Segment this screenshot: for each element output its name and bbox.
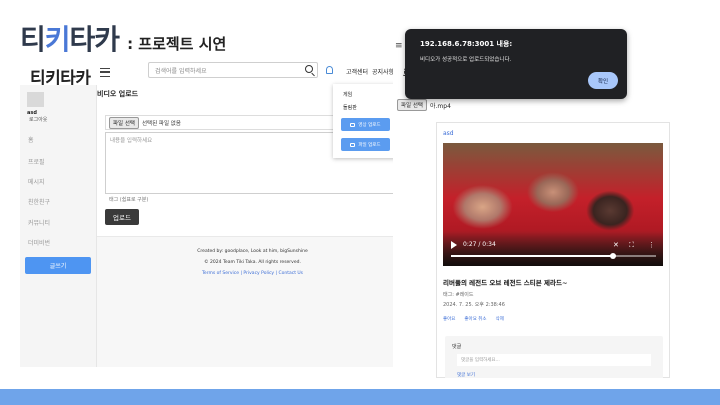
search-icon[interactable]	[305, 65, 313, 73]
logo-char: 티	[20, 23, 46, 56]
upload-page-screenshot: 티키타카 검색어를 입력하세요 고객센터 공지사항 asd 로그아웃 홈 프로필…	[20, 60, 408, 367]
tag-input[interactable]: 태그 (쉼표로 구분)	[109, 196, 148, 203]
alert-dialog: 192.168.6.78:3001 내용: 비디오가 성공적으로 업로드되었습니…	[405, 29, 627, 99]
search-input[interactable]: 검색어를 입력하세요	[148, 62, 318, 78]
slide-subtitle: : 프로젝트 시연	[127, 35, 227, 53]
post-actions: 좋아요 좋아요 취소 삭제	[443, 316, 504, 322]
mute-icon[interactable]: ✕	[613, 241, 619, 249]
comment-input[interactable]: 댓글을 입력하세요...	[457, 354, 651, 366]
sidebar-item-extra[interactable]: 더미비번	[28, 238, 50, 247]
sidebar-item-home[interactable]: 홈	[28, 135, 34, 144]
nav-link-notice[interactable]: 공지사항	[372, 67, 394, 76]
file-status: 선택된 파일 없음	[142, 120, 181, 127]
slide-logo: 티키타카	[20, 18, 120, 58]
logo-char: 카	[94, 23, 120, 56]
video-title: 리버풀의 레전드 오브 레전드 스티븐 제라드~	[443, 279, 568, 287]
write-button[interactable]: 글쓰기	[25, 257, 91, 274]
play-icon[interactable]	[451, 241, 457, 249]
dropdown-item-roulette[interactable]: 돌림판	[343, 104, 357, 111]
like-button[interactable]: 좋아요	[443, 316, 455, 322]
logout-link[interactable]: 로그아웃	[29, 116, 47, 123]
video-camera-icon	[350, 122, 356, 127]
menu-icon[interactable]: ≡	[395, 41, 403, 51]
unlike-button[interactable]: 좋아요 취소	[464, 316, 486, 322]
upload-button[interactable]: 업로드	[105, 209, 139, 225]
file-input[interactable]: 파일 선택 아.mp4	[397, 99, 577, 111]
image-upload-button[interactable]: 파일 업로드	[341, 138, 390, 151]
file-name: 아.mp4	[430, 102, 451, 110]
video-upload-label: 영상 업로드	[358, 122, 381, 128]
avatar	[27, 92, 44, 107]
logo-char: 타	[69, 23, 96, 56]
video-time: 0:27 / 0:34	[463, 241, 496, 248]
fullscreen-icon[interactable]: ⛶	[629, 241, 634, 249]
footer-copyright: © 2024 Team Tiki Taka. All rights reserv…	[204, 260, 301, 265]
video-progress-handle[interactable]	[609, 253, 616, 259]
delete-button[interactable]: 삭제	[496, 316, 504, 322]
logo-char: 키	[44, 23, 71, 56]
image-upload-label: 파일 업로드	[358, 142, 381, 148]
show-comments-link[interactable]: 댓글 보기	[457, 372, 475, 378]
sidebar-item-close-friends[interactable]: 친한친구	[28, 197, 50, 206]
video-tags: 태그: #레이드	[443, 292, 474, 298]
nav-link-support[interactable]: 고객센터	[346, 67, 368, 76]
footer-credits: Created by: goodplace, Look at him, bigS…	[197, 249, 308, 254]
image-icon	[350, 142, 356, 147]
footer-links[interactable]: Terms of Service | Privacy Policy | Cont…	[97, 271, 408, 276]
sidebar-item-community[interactable]: 커뮤니티	[28, 218, 50, 227]
post-author[interactable]: asd	[443, 130, 454, 137]
file-select-button[interactable]: 파일 선택	[397, 99, 427, 111]
video-progress-bar[interactable]	[451, 253, 656, 259]
video-upload-button[interactable]: 영상 업로드	[341, 118, 390, 131]
sidebar-item-profile[interactable]: 프로필	[28, 157, 45, 166]
video-controls-bg	[443, 232, 663, 266]
alert-ok-button[interactable]: 확인	[588, 72, 618, 89]
alert-message: 비디오가 성공적으로 업로드되었습니다.	[420, 57, 512, 63]
slide-title: 티키타카 : 프로젝트 시연	[20, 18, 226, 58]
video-date: 2024. 7. 25. 오후 2:38:46	[443, 302, 505, 308]
bell-icon[interactable]	[326, 66, 333, 74]
sidebar: asd 로그아웃 홈 프로필 메시지 친한친구 커뮤니티 더미비번 글쓰기	[20, 85, 97, 367]
file-select-button[interactable]: 파일 선택	[109, 116, 139, 129]
sidebar-item-messages[interactable]: 메시지	[28, 177, 45, 186]
footer: Created by: goodplace, Look at him, bigS…	[97, 236, 408, 367]
alert-title: 192.168.6.78:3001 내용:	[420, 40, 513, 48]
menu-icon[interactable]	[100, 68, 110, 77]
dropdown-item-game[interactable]: 게임	[343, 91, 352, 98]
video-progress-fill	[451, 255, 613, 257]
page-title: 비디오 업로드	[97, 90, 139, 98]
video-player[interactable]: 0:27 / 0:34 ✕ ⛶ ⋮	[443, 143, 663, 266]
slide-bottom-band	[0, 389, 720, 405]
more-options-icon[interactable]: ⋮	[648, 241, 655, 249]
video-post-card: asd 0:27 / 0:34 ✕ ⛶ ⋮ 리버풀의 레전드 오브 레전드 스티…	[436, 122, 670, 378]
comments-label: 댓글	[452, 344, 462, 350]
comments-section: 댓글 댓글을 입력하세요... 댓글 보기	[445, 336, 663, 378]
